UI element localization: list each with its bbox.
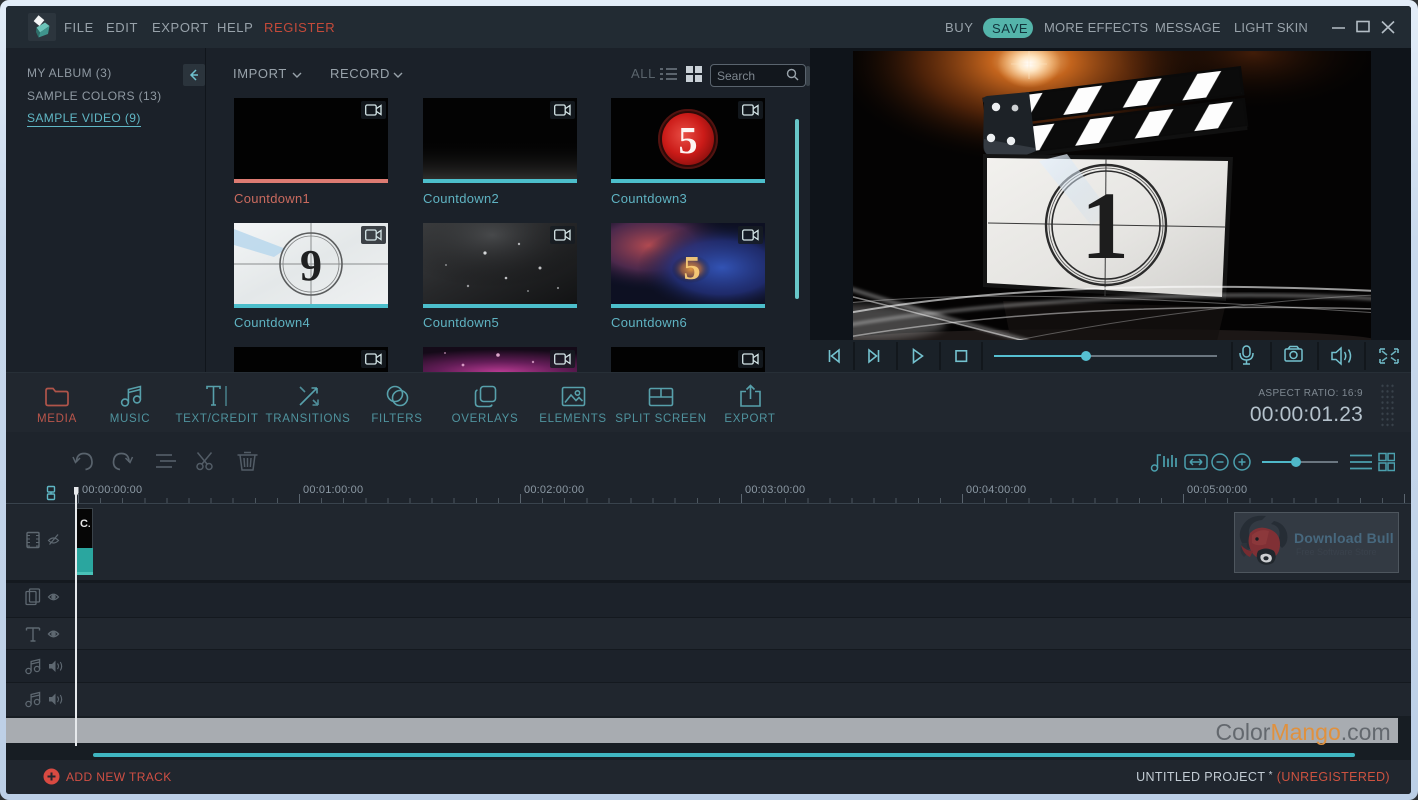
svg-text:5: 5 <box>684 250 701 287</box>
svg-text:5: 5 <box>679 120 698 162</box>
svg-text:9: 9 <box>300 241 322 290</box>
svg-text:1: 1 <box>1081 172 1129 279</box>
